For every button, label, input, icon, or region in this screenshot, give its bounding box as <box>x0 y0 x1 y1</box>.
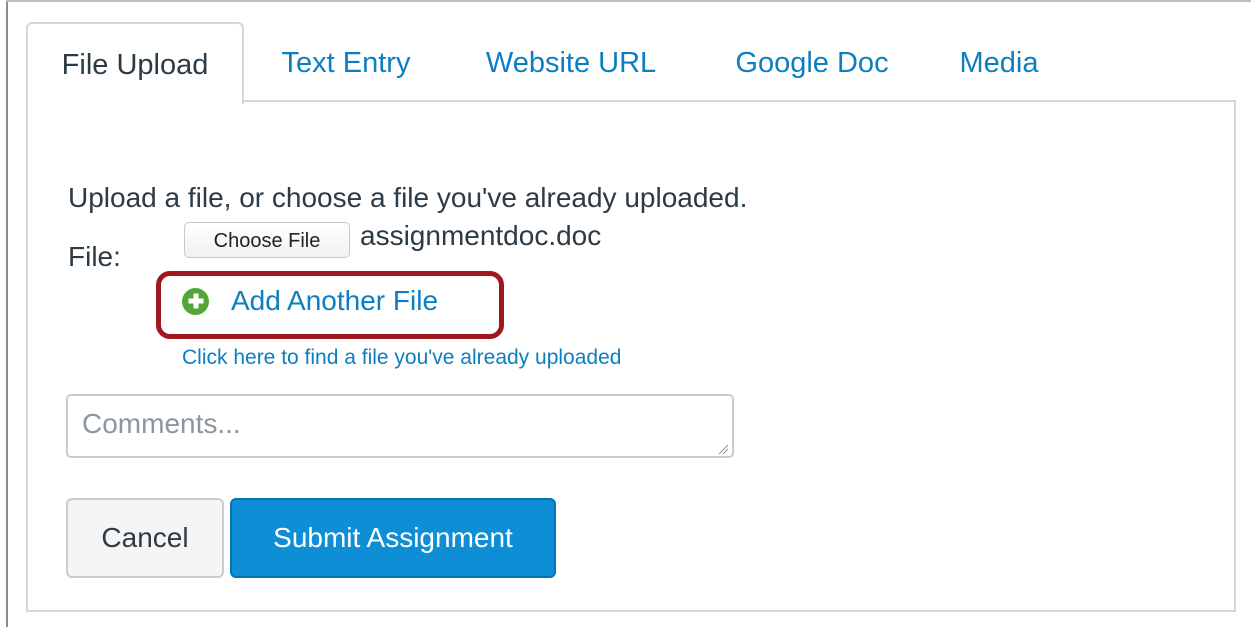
selected-file-name: assignmentdoc.doc <box>360 220 602 251</box>
tab-google-doc[interactable]: Google Doc <box>726 22 898 101</box>
file-label: File: <box>68 241 121 272</box>
add-another-file-link[interactable]: Add Another File <box>182 284 438 318</box>
file-upload-panel: Upload a file, or choose a file you've a… <box>26 100 1236 612</box>
submit-assignment-button[interactable]: Submit Assignment <box>230 498 556 578</box>
tab-text-entry[interactable]: Text Entry <box>266 22 426 101</box>
tab-media[interactable]: Media <box>954 22 1044 101</box>
plus-circle-icon <box>182 287 209 315</box>
find-uploaded-file-link[interactable]: Click here to find a file you've already… <box>182 346 621 370</box>
cancel-button[interactable]: Cancel <box>66 498 224 578</box>
comments-input[interactable] <box>66 394 734 458</box>
tab-file-upload[interactable]: File Upload <box>26 22 244 104</box>
tab-website-url[interactable]: Website URL <box>476 22 666 101</box>
add-another-file-label: Add Another File <box>231 285 439 316</box>
tab-strip: File Upload Text Entry Website URL Googl… <box>26 22 1236 104</box>
submission-tabs: File Upload Text Entry Website URL Googl… <box>26 22 1236 612</box>
choose-file-button[interactable]: Choose File <box>184 222 350 258</box>
upload-instructions: Upload a file, or choose a file you've a… <box>68 182 748 213</box>
resize-grip-icon[interactable] <box>718 444 728 454</box>
window-edge-top <box>6 0 1251 2</box>
window-edge-left <box>6 0 8 627</box>
